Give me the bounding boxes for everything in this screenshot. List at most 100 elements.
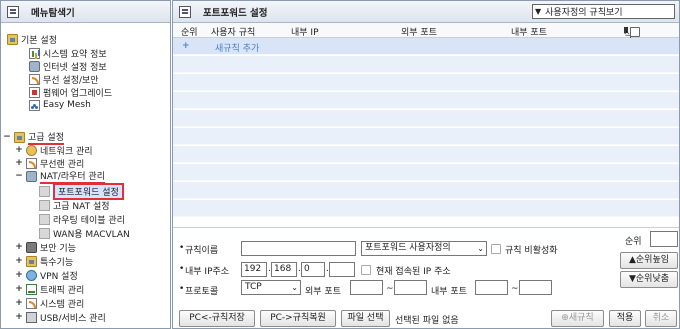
wifi-icon	[26, 157, 37, 169]
rule-type-select[interactable]: 포트포워드 사용자정의 ⌄	[361, 241, 487, 256]
tree-item-special[interactable]: + 특수기능	[15, 255, 74, 268]
tree-item-system-summary[interactable]: 시스템 요약 정보	[29, 47, 107, 60]
tree-item-port-forward[interactable]: 포트포워드 설정	[39, 182, 124, 200]
current-ip-label: 현재 접속된 IP 주소	[376, 267, 451, 277]
tree-item-firmware-upgrade[interactable]: 펌웨어 업그레이드	[29, 86, 112, 99]
rank-down-button[interactable]: ▼순위낮춤	[620, 271, 678, 288]
rank-input[interactable]	[650, 231, 678, 247]
tree-item-system[interactable]: + 시스템 관리	[15, 297, 85, 310]
tree-advanced-settings[interactable]: − 고급 설정	[3, 131, 64, 145]
tree-item-label: 보안 기능	[40, 243, 76, 254]
ip-octet-4[interactable]	[329, 262, 355, 277]
protocol-label: 프로토콜	[185, 287, 219, 297]
expand-icon[interactable]: +	[15, 145, 23, 155]
tree-item-wan-macvlan[interactable]: WAN용 MACVLAN	[39, 227, 130, 240]
expand-icon[interactable]: +	[15, 242, 23, 252]
folder-icon	[14, 131, 25, 143]
range-tilde: ~	[386, 284, 394, 294]
expand-icon[interactable]: +	[15, 298, 23, 308]
menu-icon	[179, 5, 191, 18]
expand-icon[interactable]: +	[15, 284, 23, 294]
rule-view-select-value: 사용자정의 규칙보기	[545, 8, 623, 18]
column-external-port: 외부 포트	[401, 28, 437, 38]
current-ip-checkbox[interactable]	[361, 265, 371, 275]
menu-explorer-title: 메뉴탐색기	[31, 7, 75, 19]
collapse-icon[interactable]: −	[3, 132, 11, 142]
apply-button[interactable]: 적용	[609, 310, 641, 327]
tree-item-usb[interactable]: + USB/서비스 관리	[15, 311, 106, 324]
expand-icon[interactable]: +	[15, 158, 23, 168]
range-tilde: ~	[511, 284, 519, 294]
disable-rule-checkbox[interactable]	[491, 244, 501, 254]
port-forward-header: 포트포워드 설정 ▼ 사용자정의 규칙보기	[173, 1, 679, 23]
traffic-icon	[26, 283, 37, 295]
protocol-select[interactable]: TCP ⌄	[241, 280, 301, 295]
rule-name-input[interactable]	[241, 241, 356, 256]
rank-up-button[interactable]: ▲순위높임	[620, 252, 678, 269]
tree-item-label: Easy Mesh	[43, 100, 91, 110]
tree-item-nat-router[interactable]: − NAT/라우터 관리	[15, 170, 105, 184]
tree-item-wireless[interactable]: + 무선랜 관리	[15, 157, 84, 170]
add-rule-row[interactable]: + 새규칙 추가	[173, 38, 679, 55]
tree-item-label: WAN용 MACVLAN	[53, 229, 130, 240]
network-icon	[26, 144, 37, 156]
tree-basic-settings[interactable]: 기본 설정	[7, 33, 57, 46]
cancel-button[interactable]: 취소	[645, 310, 677, 327]
usb-icon	[26, 311, 37, 323]
chart-icon	[29, 47, 40, 59]
collapse-icon[interactable]: −	[15, 171, 23, 181]
tree-item-vpn[interactable]: + VPN 설정	[15, 269, 78, 282]
tree-item-advanced-nat[interactable]: 고급 NAT 설정	[39, 199, 110, 212]
chevron-down-icon: ⌄	[477, 244, 484, 253]
chevron-down-icon: ⌄	[291, 283, 298, 292]
monitor-icon	[29, 60, 40, 72]
rule-type-value: 포트포워드 사용자정의	[365, 243, 451, 253]
tree-item-wireless-security[interactable]: 무선 설정/보안	[29, 73, 99, 86]
tree-item-network[interactable]: + 네트워크 관리	[15, 144, 93, 157]
page-title: 포트포워드 설정	[203, 7, 268, 19]
file-select-button[interactable]: 파일 선택	[341, 310, 390, 327]
expand-icon[interactable]: +	[15, 270, 23, 280]
no-file-selected-label: 선택된 파일 없음	[395, 316, 459, 326]
tree-item-label: 특수기능	[40, 257, 74, 268]
tree-item-easy-mesh[interactable]: Easy Mesh	[29, 99, 91, 111]
new-rule-button[interactable]: ⊕새규칙	[551, 310, 604, 327]
ip-octet-3[interactable]: 0	[301, 262, 325, 277]
table-row	[173, 74, 679, 91]
tree-item-label: 시스템 관리	[40, 299, 85, 310]
tree-item-security[interactable]: + 보안 기능	[15, 241, 76, 254]
tree-item-traffic[interactable]: + 트래픽 관리	[15, 283, 84, 296]
divider	[173, 227, 679, 228]
column-rule: 사용자 규칙	[211, 28, 256, 38]
table-row	[173, 128, 679, 145]
plus-icon: +	[182, 41, 190, 51]
tree-item-label: 시스템 요약 정보	[43, 49, 107, 60]
internal-port-end-input[interactable]	[519, 280, 552, 295]
restore-rules-from-pc-button[interactable]: PC->규칙복원	[260, 310, 336, 327]
delete-all-checkbox[interactable]	[630, 27, 640, 37]
tree-item-label: 라우팅 테이블 관리	[53, 215, 125, 226]
tree-item-label: 네트워크 관리	[40, 146, 93, 157]
external-port-label: 외부 포트	[305, 287, 341, 297]
expand-icon[interactable]: +	[15, 256, 23, 266]
external-port-start-input[interactable]	[350, 280, 383, 295]
port-forward-panel: 포트포워드 설정 ▼ 사용자정의 규칙보기 순위 사용자 규칙 내부 IP 외부…	[172, 0, 680, 329]
save-rules-to-pc-button[interactable]: PC<-규칙저장	[179, 310, 255, 327]
internal-port-start-input[interactable]	[475, 280, 508, 295]
menu-explorer-panel: 메뉴탐색기 기본 설정 시스템 요약 정보 인터넷 설정 정보 무선 설정/보안…	[0, 0, 171, 329]
ip-octet-2[interactable]: 168	[271, 262, 297, 277]
tree-item-label: 포트포워드 설정	[53, 182, 124, 200]
column-internal-ip: 내부 IP	[291, 28, 319, 38]
column-internal-port: 내부 포트	[511, 28, 547, 38]
internal-ip-bullet: •	[179, 264, 185, 274]
column-order: 순위	[181, 28, 198, 38]
tree-item-label: 무선 설정/보안	[43, 75, 99, 86]
ip-octet-1[interactable]: 192	[241, 262, 267, 277]
tree-item-label: VPN 설정	[40, 271, 78, 282]
protocol-value: TCP	[245, 282, 262, 292]
tree-item-routing-table[interactable]: 라우팅 테이블 관리	[39, 213, 125, 226]
external-port-end-input[interactable]	[394, 280, 427, 295]
tree-item-internet-info[interactable]: 인터넷 설정 정보	[29, 60, 107, 73]
rule-view-select[interactable]: ▼ 사용자정의 규칙보기	[532, 4, 675, 19]
expand-icon[interactable]: +	[15, 312, 23, 322]
